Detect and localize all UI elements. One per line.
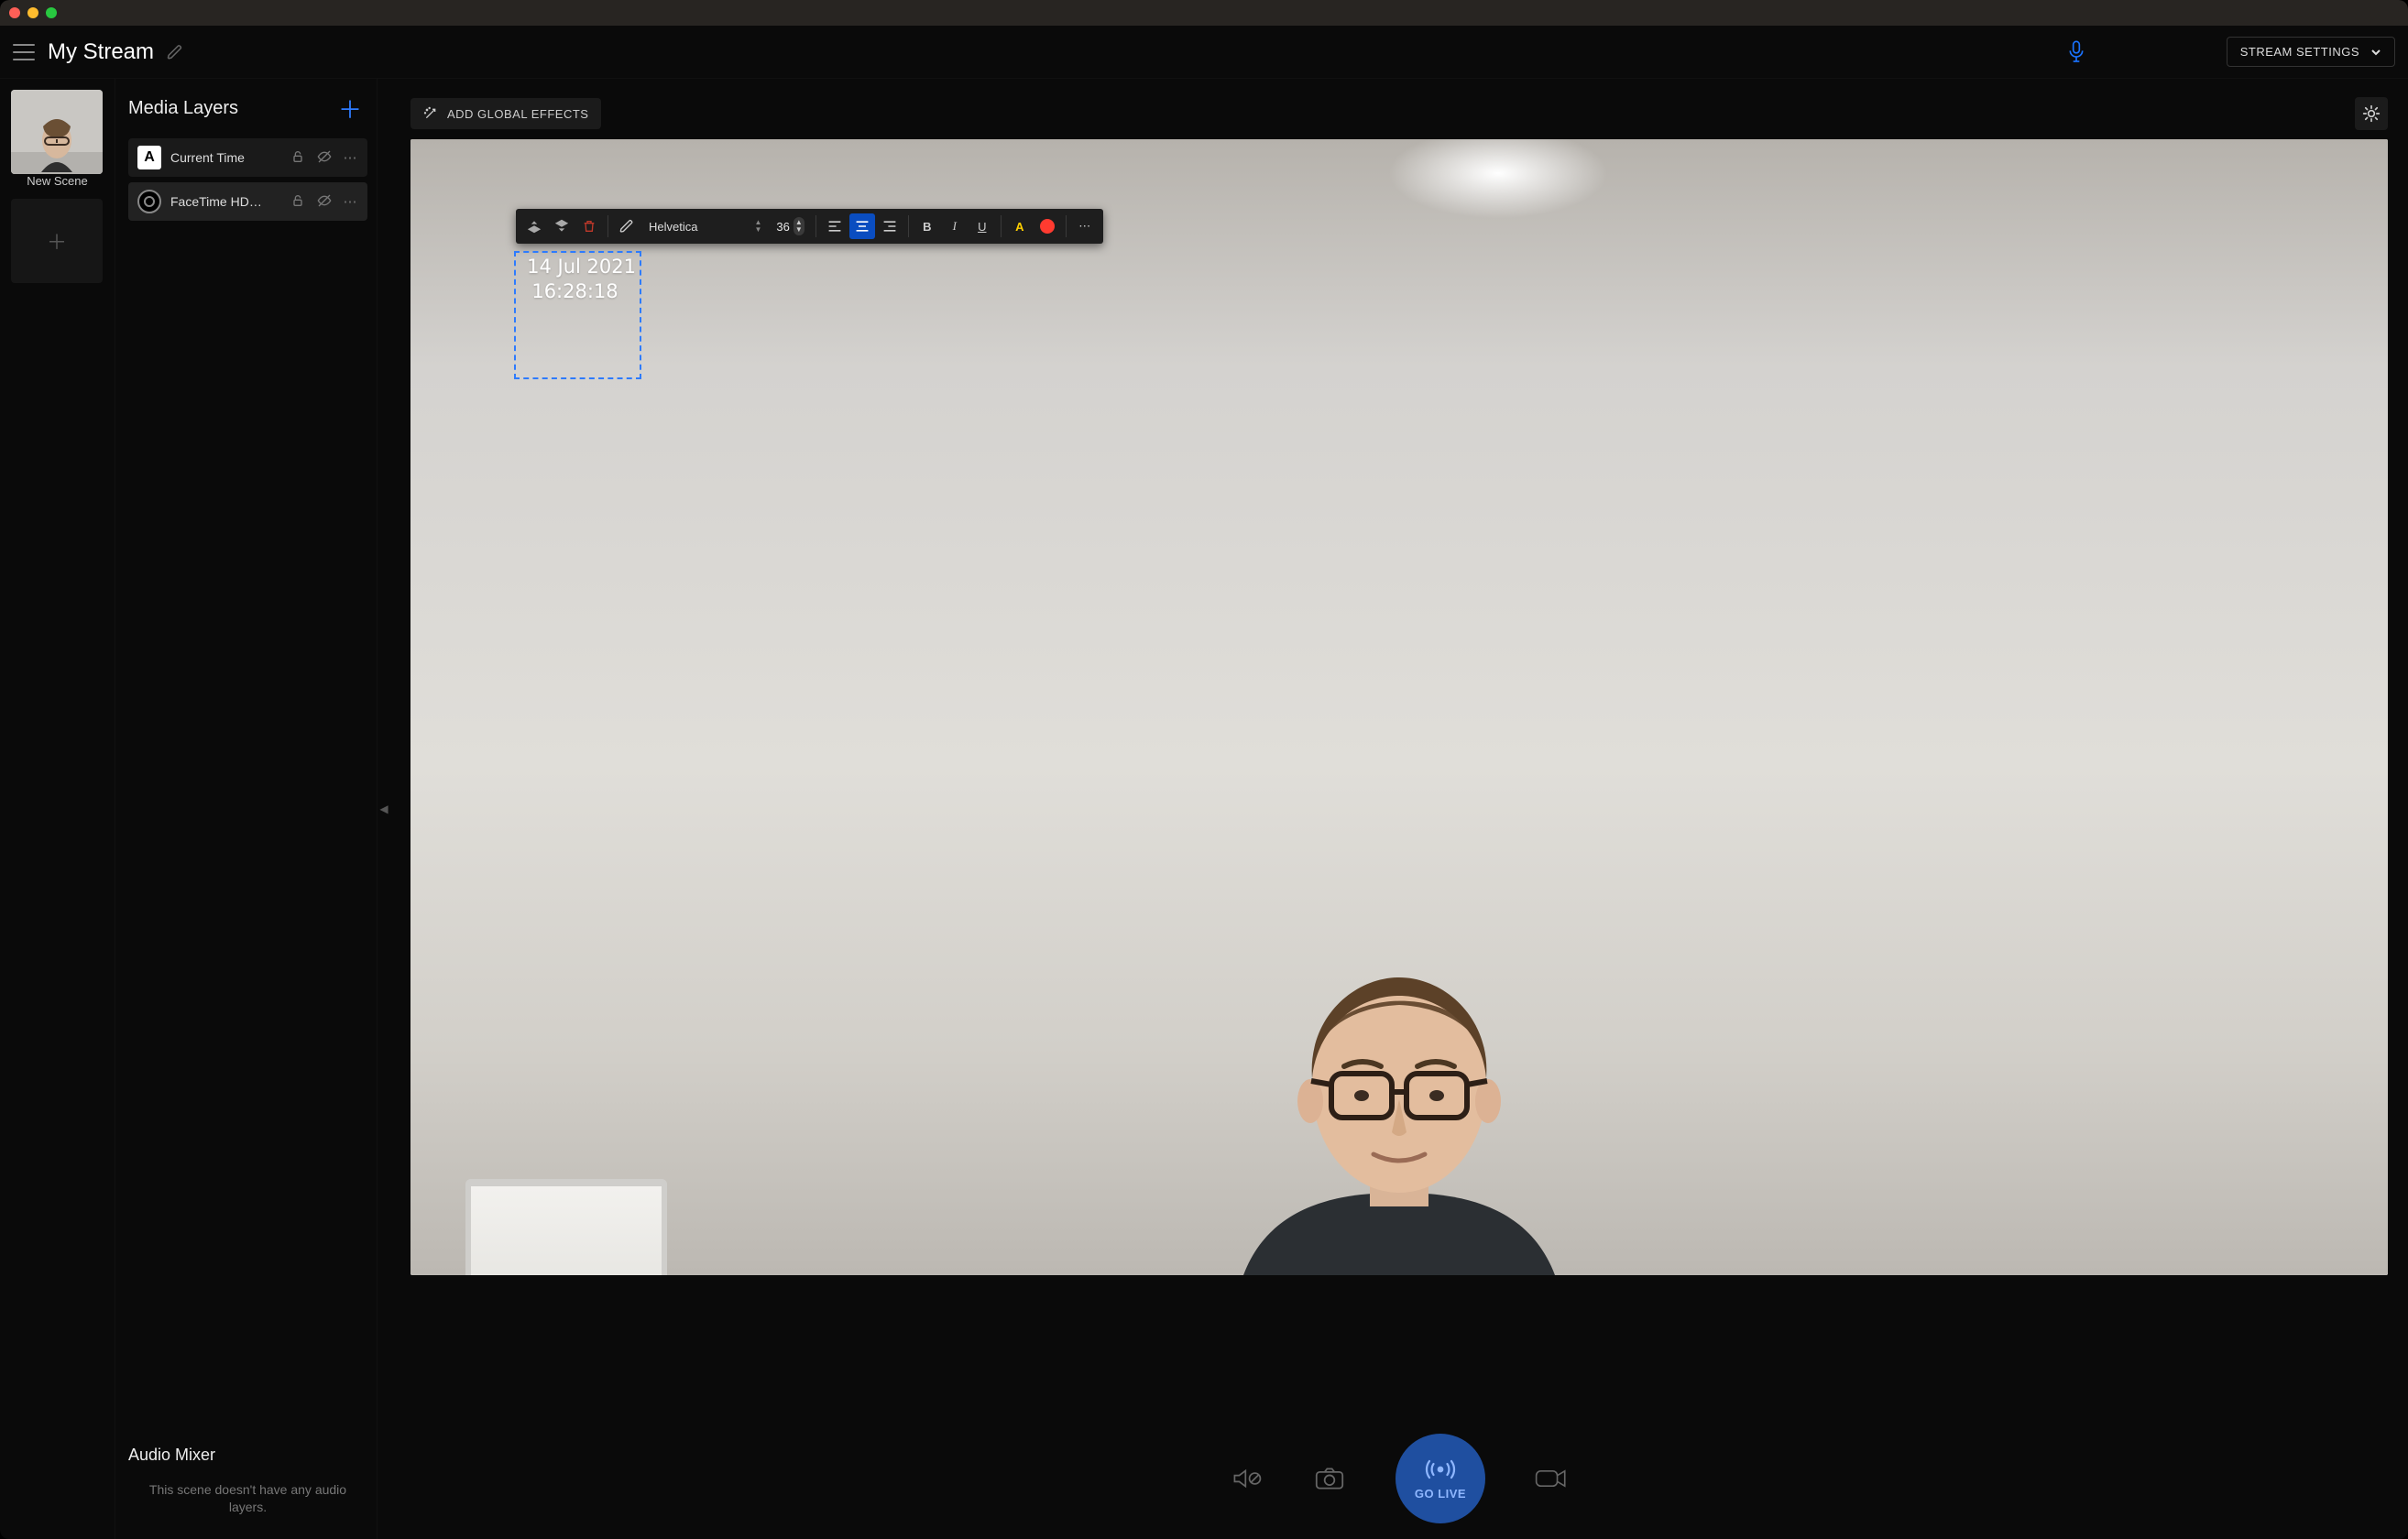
bold-button[interactable]: B — [914, 213, 940, 239]
stepper-icon: ▲▼ — [794, 217, 804, 235]
brightness-button[interactable] — [2355, 97, 2388, 130]
stream-settings-label: STREAM SETTINGS — [2240, 45, 2359, 59]
lock-icon[interactable] — [290, 193, 307, 210]
stage-area: ADD GLOBAL EFFECTS — [390, 79, 2408, 1539]
edit-text-button[interactable] — [614, 213, 640, 239]
preview-canvas[interactable]: Helvetica ▲▼ 36 ▲▼ — [410, 139, 2388, 1275]
window-minimize-button[interactable] — [27, 7, 38, 18]
layer-down-button[interactable] — [549, 213, 575, 239]
titlebar — [0, 0, 2408, 26]
layer-up-button[interactable] — [521, 213, 547, 239]
bg-color-button[interactable] — [1034, 213, 1060, 239]
layers-title: Media Layers — [128, 98, 238, 119]
effects-label: ADD GLOBAL EFFECTS — [447, 107, 588, 121]
overlay-line-2: 16:28:18 — [520, 279, 636, 304]
stage-top-bar: ADD GLOBAL EFFECTS — [390, 79, 2408, 139]
visibility-off-icon[interactable] — [316, 193, 333, 210]
more-options-button[interactable]: ⋯ — [1072, 213, 1098, 239]
brightness-icon — [2362, 104, 2381, 123]
person-silhouette — [1207, 927, 1592, 1275]
align-right-button[interactable] — [877, 213, 903, 239]
delete-button[interactable] — [576, 213, 602, 239]
lock-icon[interactable] — [290, 149, 307, 166]
align-center-button[interactable] — [849, 213, 875, 239]
audio-mixer-empty: This scene doesn't have any audio layers… — [128, 1481, 367, 1530]
camera-layer-icon — [137, 190, 161, 213]
layers-header: Media Layers ＋ — [128, 92, 367, 126]
more-icon[interactable]: ⋯ — [342, 193, 358, 210]
add-global-effects-button[interactable]: ADD GLOBAL EFFECTS — [410, 98, 601, 129]
stepper-icon: ▲▼ — [754, 219, 761, 234]
app-body: New Scene ＋ Media Layers ＋ A Current Tim… — [0, 79, 2408, 1539]
snapshot-button[interactable] — [1313, 1462, 1346, 1495]
text-color-button[interactable]: A — [1007, 213, 1033, 239]
font-family-select[interactable]: Helvetica ▲▼ — [641, 213, 769, 239]
window-close-button[interactable] — [9, 7, 20, 18]
font-size-stepper[interactable]: 36 ▲▼ — [771, 217, 809, 235]
stream-settings-button[interactable]: STREAM SETTINGS — [2227, 37, 2395, 67]
overlay-line-1: 14 Jul 2021 — [520, 255, 636, 279]
more-icon[interactable]: ⋯ — [342, 149, 358, 166]
font-size-value: 36 — [776, 220, 789, 234]
app-header: My Stream STREAM SETTINGS — [0, 26, 2408, 79]
app-window: My Stream STREAM SETTINGS — [0, 0, 2408, 1539]
layers-panel: Media Layers ＋ A Current Time ⋯ — [115, 79, 378, 1539]
layer-name: Current Time — [170, 150, 281, 165]
visibility-off-icon[interactable] — [316, 149, 333, 166]
window-maximize-button[interactable] — [46, 7, 57, 18]
text-overlay-selection[interactable]: 14 Jul 2021 16:28:18 — [514, 251, 641, 379]
scene-label: New Scene — [11, 174, 104, 188]
text-edit-toolbar: Helvetica ▲▼ 36 ▲▼ — [516, 209, 1103, 244]
text-layer-icon: A — [137, 146, 161, 169]
scene-thumbnail — [11, 90, 103, 174]
layer-row[interactable]: A Current Time ⋯ — [128, 138, 367, 177]
scenes-panel: New Scene ＋ — [0, 79, 115, 1539]
go-live-button[interactable]: GO LIVE — [1396, 1434, 1485, 1523]
audio-mixer-title: Audio Mixer — [128, 1446, 367, 1465]
add-scene-button[interactable]: ＋ — [11, 199, 103, 283]
add-layer-button[interactable]: ＋ — [333, 92, 367, 126]
scene-item[interactable]: New Scene — [11, 90, 104, 188]
microphone-icon[interactable] — [2067, 40, 2085, 64]
edit-title-icon[interactable] — [167, 44, 183, 60]
underline-button[interactable]: U — [969, 213, 995, 239]
italic-button[interactable]: I — [942, 213, 968, 239]
panel-collapse-handle[interactable]: ◀ — [378, 79, 390, 1539]
mute-output-button[interactable] — [1231, 1462, 1264, 1495]
preview-wrapper: Helvetica ▲▼ 36 ▲▼ — [390, 139, 2408, 1418]
whiteboard-prop — [465, 1179, 667, 1275]
go-live-label: GO LIVE — [1415, 1487, 1466, 1501]
virtual-camera-button[interactable] — [1535, 1462, 1568, 1495]
align-left-button[interactable] — [822, 213, 848, 239]
stream-title: My Stream — [48, 39, 154, 65]
layer-row[interactable]: FaceTime HD… ⋯ — [128, 182, 367, 221]
menu-button[interactable] — [13, 44, 35, 60]
font-family-value: Helvetica — [649, 220, 697, 234]
broadcast-icon — [1424, 1457, 1457, 1481]
chevron-down-icon — [2370, 47, 2381, 58]
magic-wand-icon — [423, 106, 438, 121]
layer-name: FaceTime HD… — [170, 194, 281, 209]
bottom-controls: GO LIVE — [390, 1418, 2408, 1539]
